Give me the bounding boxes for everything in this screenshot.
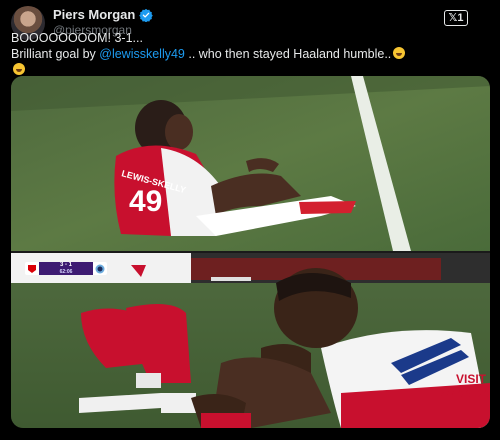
x-logo-badge[interactable]: 𝕏1 — [444, 10, 468, 26]
verified-badge-icon — [139, 8, 154, 22]
sponsor-text-1: VISIT — [456, 372, 487, 386]
tweet-line-2: Brilliant goal by @lewisskelly49 .. who … — [11, 46, 491, 62]
photo-kiss-hand[interactable]: VISIT RWANDA — [11, 253, 490, 428]
tweet-line-1: BOOOOOOOOM! 3-1... — [11, 31, 143, 45]
author-name-row: Piers Morgan — [53, 7, 154, 22]
tweet-line-2-prefix: Brilliant goal by — [11, 47, 100, 61]
score-bug: 3 - 1 62:06 — [25, 262, 107, 275]
tweet-media[interactable]: LEWIS-SKELLY 49 VISIT RWANDA 3 - 1 62:06 — [11, 76, 490, 428]
rofl-emoji-icon — [393, 47, 406, 59]
tweet-text: BOOOOOOOOM! 3-1... Brilliant goal by @le… — [11, 30, 491, 78]
score-display: 3 - 1 62:06 — [39, 262, 93, 275]
rofl-emoji-icon — [13, 63, 25, 75]
sponsor-text-2: RWANDA — [436, 386, 490, 400]
author-name[interactable]: Piers Morgan — [53, 7, 135, 22]
match-time: 62:06 — [59, 269, 73, 275]
mention-link[interactable]: @lewisskelly49 — [99, 47, 185, 61]
photo-celebration-sitting[interactable]: LEWIS-SKELLY 49 — [11, 76, 490, 251]
score-value: 3 - 1 — [59, 262, 72, 268]
arsenal-crest-icon — [25, 262, 39, 275]
tweet: Piers Morgan @piersmorgan 𝕏1 BOOOOOOOOM!… — [0, 0, 500, 440]
tweet-line-2-suffix: .. who then stayed Haaland humble.. — [184, 47, 392, 61]
man-city-crest-icon — [93, 262, 107, 275]
shirt-number: 49 — [129, 185, 162, 218]
